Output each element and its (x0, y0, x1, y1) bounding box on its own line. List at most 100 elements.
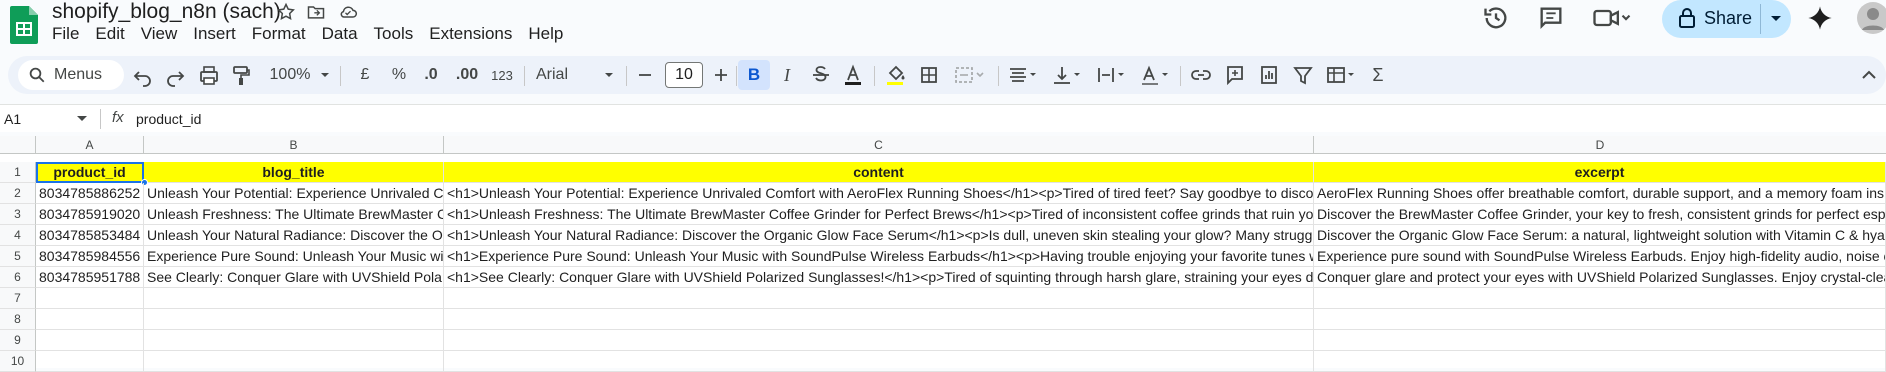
column-header-c[interactable]: C (444, 136, 1314, 154)
menu-data[interactable]: Data (322, 24, 366, 44)
cell-b2[interactable]: Unleash Your Potential: Experience Unriv… (144, 183, 444, 204)
empty-cell[interactable] (1314, 309, 1886, 330)
cell-d1[interactable]: excerpt (1314, 162, 1886, 183)
row-header-9[interactable]: 9 (0, 330, 36, 351)
cell-c5[interactable]: <h1>Experience Pure Sound: Unleash Your … (444, 246, 1314, 267)
percent-format-button[interactable]: % (386, 56, 412, 94)
cell-a6[interactable]: 8034785951788 (36, 267, 144, 288)
row-header-8[interactable]: 8 (0, 309, 36, 330)
text-color-icon[interactable] (838, 56, 868, 94)
avatar[interactable] (1856, 0, 1886, 36)
star-icon[interactable] (276, 2, 296, 22)
sheets-logo-icon[interactable] (10, 6, 38, 44)
empty-cell[interactable] (36, 351, 144, 372)
column-header-d[interactable]: D (1314, 136, 1886, 154)
cell-b3[interactable]: Unleash Freshness: The Ultimate BrewMast… (144, 204, 444, 225)
empty-cell[interactable] (1314, 330, 1886, 351)
number-format-button[interactable]: 123 (486, 56, 518, 94)
row-header-5[interactable]: 5 (0, 246, 36, 267)
share-dropdown-icon[interactable] (1764, 6, 1788, 30)
bold-button[interactable]: B (738, 56, 770, 94)
cell-b4[interactable]: Unleash Your Natural Radiance: Discover … (144, 225, 444, 246)
cell-a2[interactable]: 8034785886252 (36, 183, 144, 204)
decrease-decimal-button[interactable]: .0 (416, 56, 446, 94)
cell-c6[interactable]: <h1>See Clearly: Conquer Glare with UVSh… (444, 267, 1314, 288)
row-header-4[interactable]: 4 (0, 225, 36, 246)
cell-a3[interactable]: 8034785919020 (36, 204, 144, 225)
collapse-toolbar-icon[interactable] (1854, 56, 1884, 94)
empty-cell[interactable] (36, 288, 144, 309)
menu-tools[interactable]: Tools (374, 24, 422, 44)
table-view-icon[interactable] (1320, 56, 1362, 94)
column-header-b[interactable]: B (144, 136, 444, 154)
font-dropdown-icon[interactable] (600, 56, 618, 94)
empty-cell[interactable] (36, 309, 144, 330)
cell-b6[interactable]: See Clearly: Conquer Glare with UVShield… (144, 267, 444, 288)
cell-b5[interactable]: Experience Pure Sound: Unleash Your Musi… (144, 246, 444, 267)
empty-cell[interactable] (144, 288, 444, 309)
menu-edit[interactable]: Edit (95, 24, 132, 44)
font-select[interactable]: Arial (530, 56, 582, 94)
row-header-2[interactable]: 2 (0, 183, 36, 204)
currency-format-button[interactable]: £ (352, 56, 378, 94)
empty-cell[interactable] (444, 330, 1314, 351)
vertical-align-icon[interactable] (1046, 56, 1088, 94)
empty-cell[interactable] (144, 351, 444, 372)
select-all-corner[interactable] (0, 136, 36, 154)
empty-cell[interactable] (444, 288, 1314, 309)
menu-extensions[interactable]: Extensions (429, 24, 520, 44)
row-header-1[interactable]: 1 (0, 162, 36, 183)
cell-d6[interactable]: Conquer glare and protect your eyes with… (1314, 267, 1886, 288)
gemini-sparkle-icon[interactable] (1806, 4, 1834, 32)
menu-help[interactable]: Help (528, 24, 571, 44)
menus-search[interactable]: Menus (18, 60, 124, 90)
empty-cell[interactable] (144, 309, 444, 330)
cell-a5[interactable]: 8034785984556 (36, 246, 144, 267)
insert-comment-icon[interactable] (1220, 56, 1250, 94)
fill-color-icon[interactable] (880, 56, 910, 94)
filter-icon[interactable] (1288, 56, 1318, 94)
zoom-select[interactable]: 100% (264, 56, 316, 94)
cell-d4[interactable]: Discover the Organic Glow Face Serum: a … (1314, 225, 1886, 246)
horizontal-align-icon[interactable] (1002, 56, 1044, 94)
row-header-10[interactable]: 10 (0, 351, 36, 372)
paint-format-icon[interactable] (226, 56, 256, 94)
menu-insert[interactable]: Insert (193, 24, 244, 44)
insert-chart-icon[interactable] (1254, 56, 1284, 94)
empty-cell[interactable] (36, 330, 144, 351)
cell-d5[interactable]: Experience pure sound with SoundPulse Wi… (1314, 246, 1886, 267)
empty-cell[interactable] (1314, 288, 1886, 309)
cell-b1[interactable]: blog_title (144, 162, 444, 183)
text-rotation-icon[interactable] (1134, 56, 1176, 94)
column-header-a[interactable]: A (36, 136, 144, 154)
document-title[interactable]: shopify_blog_n8n (sach) (52, 0, 281, 24)
merge-cells-icon[interactable] (948, 56, 990, 94)
empty-cell[interactable] (144, 330, 444, 351)
cloud-saved-icon[interactable] (338, 2, 358, 22)
decrease-font-size-icon[interactable] (632, 56, 658, 94)
formula-input[interactable]: product_id (136, 105, 201, 133)
cell-d3[interactable]: Discover the BrewMaster Coffee Grinder, … (1314, 204, 1886, 225)
empty-cell[interactable] (444, 351, 1314, 372)
zoom-dropdown-icon[interactable] (316, 56, 334, 94)
italic-button[interactable]: I (772, 56, 802, 94)
menu-view[interactable]: View (141, 24, 186, 44)
menu-format[interactable]: Format (252, 24, 314, 44)
redo-icon[interactable] (160, 56, 190, 94)
cell-a1[interactable]: product_id (36, 162, 144, 183)
row-header-6[interactable]: 6 (0, 267, 36, 288)
empty-cell[interactable] (1314, 351, 1886, 372)
insert-link-icon[interactable] (1186, 56, 1216, 94)
undo-icon[interactable] (128, 56, 158, 94)
cell-c2[interactable]: <h1>Unleash Your Potential: Experience U… (444, 183, 1314, 204)
menu-file[interactable]: File (52, 24, 87, 44)
share-label[interactable]: Share (1704, 8, 1752, 28)
font-size-input[interactable]: 10 (665, 62, 703, 88)
comments-icon[interactable] (1537, 4, 1565, 32)
strikethrough-icon[interactable] (806, 56, 836, 94)
move-folder-icon[interactable] (306, 2, 326, 22)
increase-decimal-button[interactable]: .00 (450, 56, 484, 94)
name-box-dropdown-icon[interactable] (76, 114, 88, 124)
row-header-7[interactable]: 7 (0, 288, 36, 309)
cell-c1[interactable]: content (444, 162, 1314, 183)
